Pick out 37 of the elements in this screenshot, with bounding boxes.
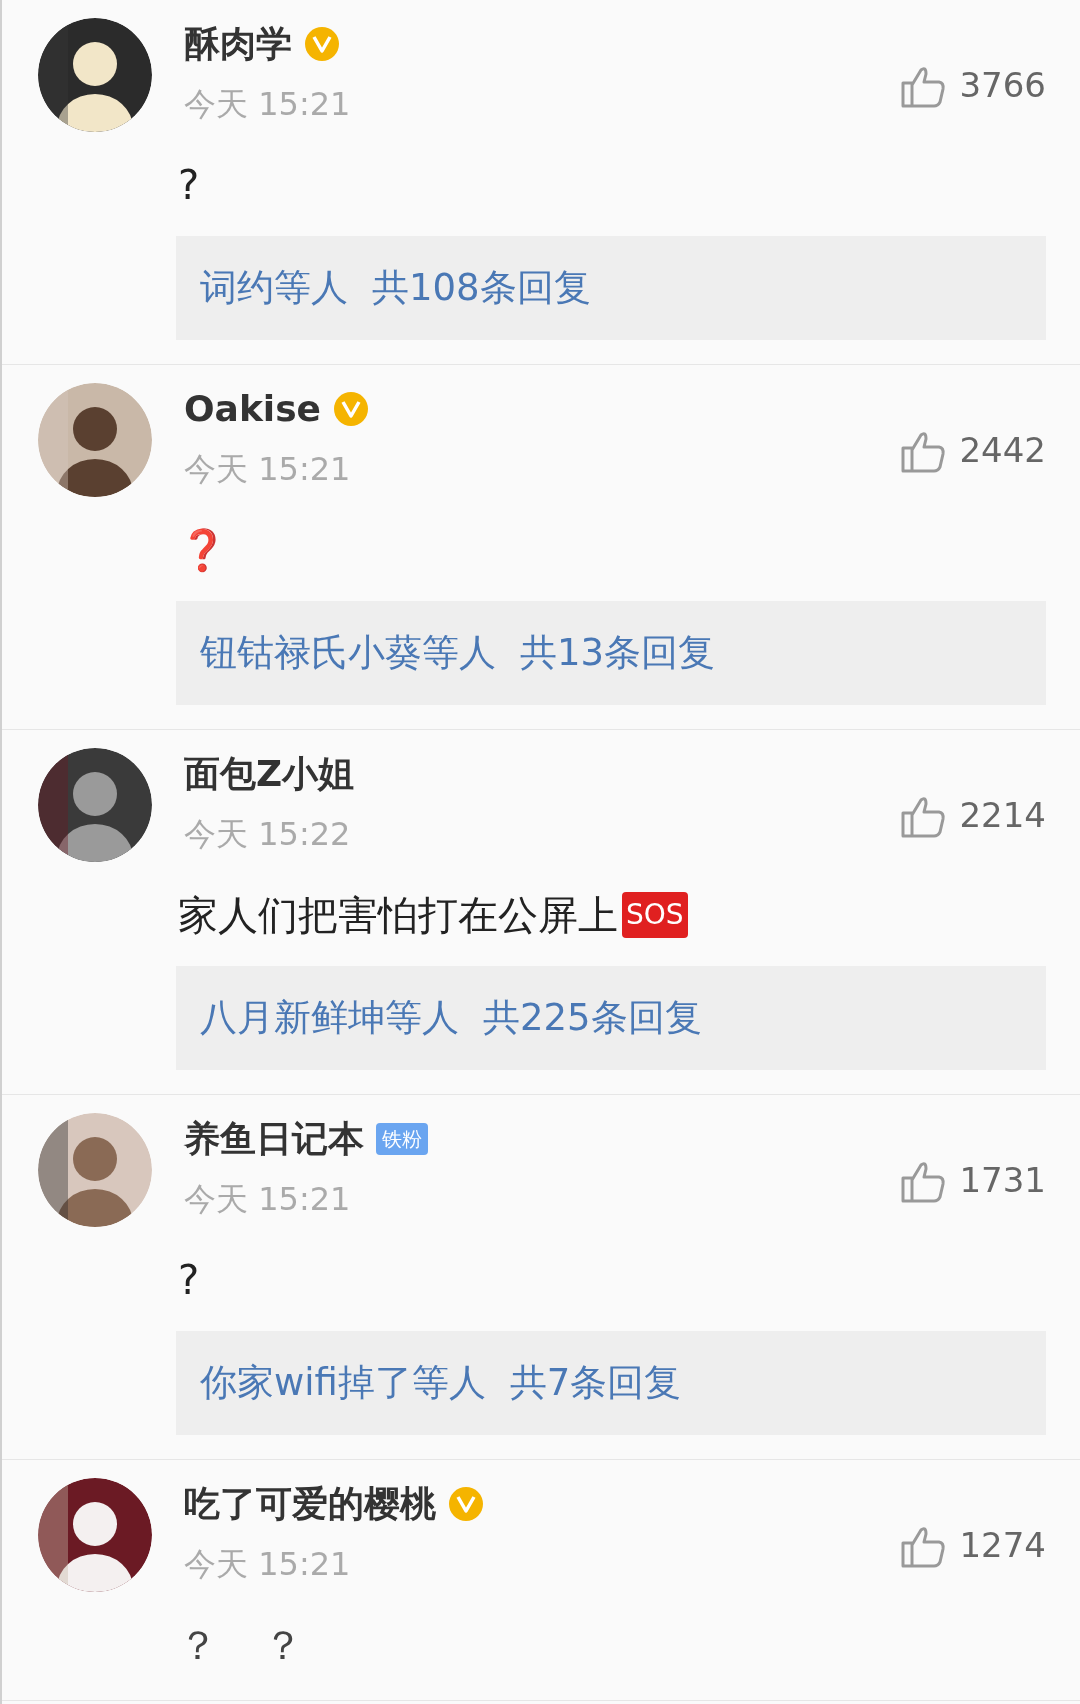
reply-users[interactable]: 你家wifi掉了等人 [200,1355,486,1411]
like-count: 2214 [959,794,1046,837]
comment-text: ? [178,1260,200,1300]
like-count: 3766 [959,64,1046,107]
verified-icon [448,1486,484,1522]
comment-text: ❓ [178,530,228,570]
user-name[interactable]: 酥肉学 [184,26,292,62]
post-time: 今天 15:21 [184,1183,352,1215]
replies-panel[interactable]: 你家wifi掉了等人 共7条回复 [176,1331,1046,1435]
verified-icon [304,26,340,62]
post-time: 今天 15:22 [184,818,352,850]
reply-count[interactable]: 共7条回复 [509,1355,682,1411]
user-name[interactable]: 吃了可爱的樱桃 [184,1486,436,1522]
reply-count[interactable]: 共225条回复 [483,990,702,1046]
comment-text: ? [178,165,200,205]
comment-text: 家人们把害怕打在公屏上 [178,895,618,935]
like-count: 2442 [959,429,1046,472]
reply-users[interactable]: 八月新鲜坤等人 [200,990,459,1046]
replies-panel[interactable]: 八月新鲜坤等人 共225条回复 [176,966,1046,1070]
replies-panel[interactable]: 词约等人 共108条回复 [176,236,1046,340]
reply-count[interactable]: 共108条回复 [372,260,591,316]
sos-emoji: SOS [622,892,688,938]
replies-panel[interactable]: 钮钴禄氏小葵等人 共13条回复 [176,601,1046,705]
user-name[interactable]: 面包Z小姐 [184,756,355,792]
reply-users[interactable]: 钮钴禄氏小葵等人 [200,625,496,681]
reply-count[interactable]: 共13条回复 [520,625,716,681]
like-count: 1731 [959,1159,1046,1202]
post-time: 今天 15:21 [184,453,352,485]
post-time: 今天 15:21 [184,88,352,120]
verified-icon [333,391,370,427]
fan-badge: 铁粉 [376,1123,428,1155]
reply-users[interactable]: 词约等人 [200,260,348,316]
like-count: 1274 [959,1524,1046,1567]
post-time: 今天 15:21 [184,1548,352,1580]
user-name[interactable]: Oakise [184,391,322,427]
user-name[interactable]: 养鱼日记本 [184,1121,364,1157]
comment-text: ？ ？ [178,1625,319,1665]
